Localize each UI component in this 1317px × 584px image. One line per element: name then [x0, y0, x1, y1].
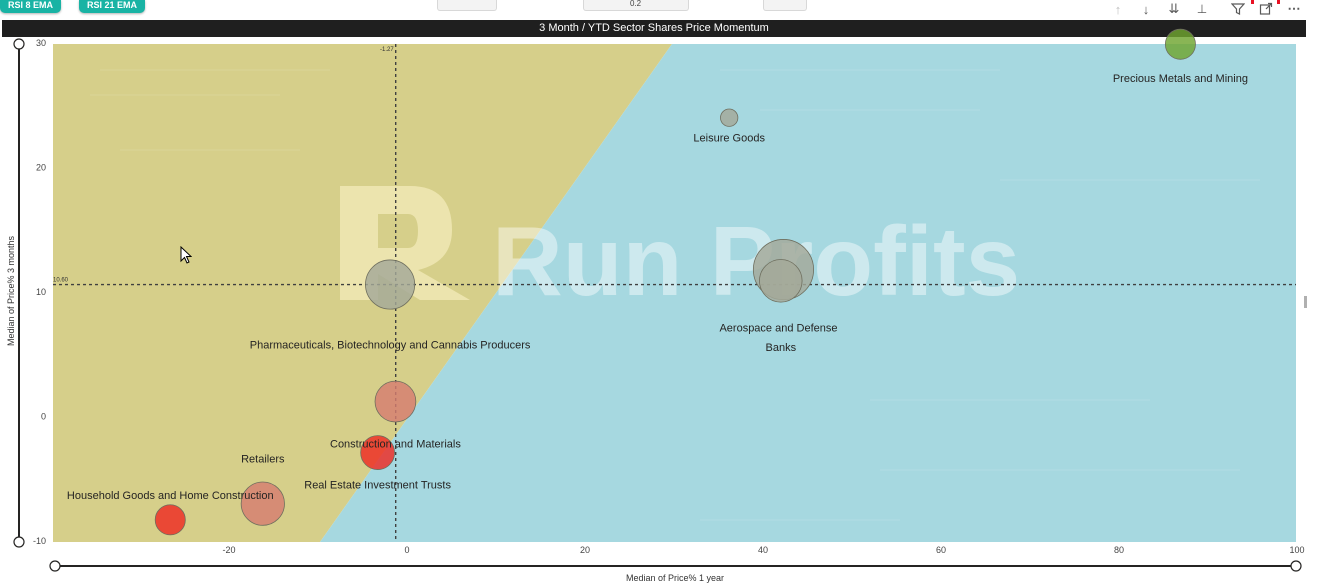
bubble-label: Pharmaceuticals, Biotechnology and Canna… [250, 340, 531, 352]
bubble-point[interactable] [374, 380, 417, 423]
y-zoom-slider-handle[interactable] [13, 38, 25, 50]
bubble-point[interactable] [1164, 28, 1196, 60]
x-tick-label: 60 [936, 545, 946, 555]
x-tick-label: 100 [1289, 545, 1304, 555]
bubble-chart: Run Profits -1.27 10.60 Precious Metals a… [13, 28, 1307, 572]
x-tick-label: 40 [758, 545, 768, 555]
bubble-label: Aerospace and Defense [719, 323, 837, 335]
mouse-cursor-icon [180, 246, 192, 264]
bubble-label: Banks [766, 342, 797, 354]
bubble-point[interactable] [365, 259, 416, 310]
y-tick-label: 10 [36, 287, 46, 297]
bubble-label: Precious Metals and Mining [1113, 73, 1248, 85]
y-zoom-slider-handle[interactable] [13, 536, 25, 548]
x-tick-label: 20 [580, 545, 590, 555]
bubble-point[interactable] [240, 481, 285, 526]
bubble-label: Retailers [241, 454, 285, 466]
x-reference-label: -1.27 [380, 47, 394, 53]
bubble-point[interactable] [759, 259, 803, 303]
x-tick-label: 80 [1114, 545, 1124, 555]
y-tick-label: 0 [41, 412, 46, 422]
x-tick-label: 0 [404, 545, 409, 555]
y-reference-label: 10.60 [53, 278, 69, 284]
bubble-point[interactable] [154, 504, 186, 536]
bubble-label: Real Estate Investment Trusts [304, 480, 451, 492]
run-profits-watermark: Run Profits [340, 186, 1020, 316]
bubble-label: Leisure Goods [693, 133, 765, 145]
y-tick-label: 30 [36, 38, 46, 48]
y-tick-label: 20 [36, 163, 46, 173]
x-tick-label: -20 [222, 545, 235, 555]
x-zoom-slider-handle[interactable] [1290, 560, 1302, 572]
x-zoom-slider-handle[interactable] [49, 560, 61, 572]
x-axis-title: Median of Price% 1 year [625, 573, 725, 583]
bubble-label: Household Goods and Home Construction [67, 490, 274, 502]
y-tick-label: -10 [33, 536, 46, 546]
y-axis-title: Median of Price% 3 months [6, 235, 16, 347]
bubble-label: Construction and Materials [330, 439, 461, 451]
bubble-point[interactable] [720, 108, 739, 127]
resize-handle[interactable] [1304, 296, 1307, 308]
